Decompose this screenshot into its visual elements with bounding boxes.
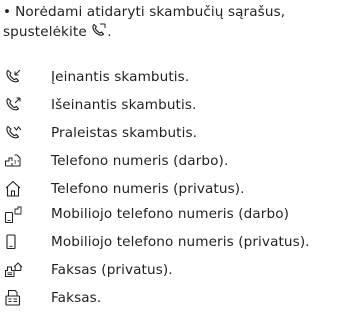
handset-icon (91, 23, 107, 37)
mobile-phone-icon (4, 233, 26, 251)
intro-paragraph: • Norėdami atidaryti skambučių sąrašus, s… (3, 2, 341, 42)
work-phone-icon (4, 152, 26, 170)
list-item-label: Telefono numeris (privatus). (51, 181, 245, 197)
fax-icon (4, 289, 26, 307)
home-phone-icon (4, 180, 26, 198)
list-item: Faksas. (0, 288, 344, 308)
home-fax-icon (4, 261, 26, 279)
intro-text: Norėdami atidaryti skambučių sąrašus, sp… (3, 4, 286, 40)
list-item: Telefono numeris (darbo). (0, 151, 344, 171)
intro-text-end: . (107, 24, 112, 40)
document-page: • Norėdami atidaryti skambučių sąrašus, s… (0, 0, 344, 325)
list-item-label: Faksas (privatus). (51, 262, 173, 278)
list-item: Išeinantis skambutis. (0, 95, 344, 115)
list-item: Praleistas skambutis. (0, 123, 344, 143)
list-item-label: Išeinantis skambutis. (51, 97, 197, 113)
list-item: Įeinantis skambutis. (0, 67, 344, 87)
list-item-label: Mobiliojo telefono numeris (privatus). (51, 234, 310, 250)
list-item-label: Telefono numeris (darbo). (51, 153, 229, 169)
list-item-label: Faksas. (51, 290, 102, 306)
bullet: • (3, 4, 12, 20)
list-item: Faksas (privatus). (0, 260, 344, 280)
missed-call-icon (4, 124, 26, 142)
list-item-label: Mobiliojo telefono numeris (darbo) (51, 206, 290, 222)
list-item: Mobiliojo telefono numeris (darbo) (0, 204, 344, 224)
incoming-call-icon (4, 68, 26, 86)
list-item-label: Įeinantis skambutis. (51, 69, 190, 85)
list-item-label: Praleistas skambutis. (51, 125, 198, 141)
work-mobile-icon (4, 206, 26, 224)
list-item: Mobiliojo telefono numeris (privatus). (0, 232, 344, 252)
list-item: Telefono numeris (privatus). (0, 179, 344, 199)
outgoing-call-icon (4, 96, 26, 114)
